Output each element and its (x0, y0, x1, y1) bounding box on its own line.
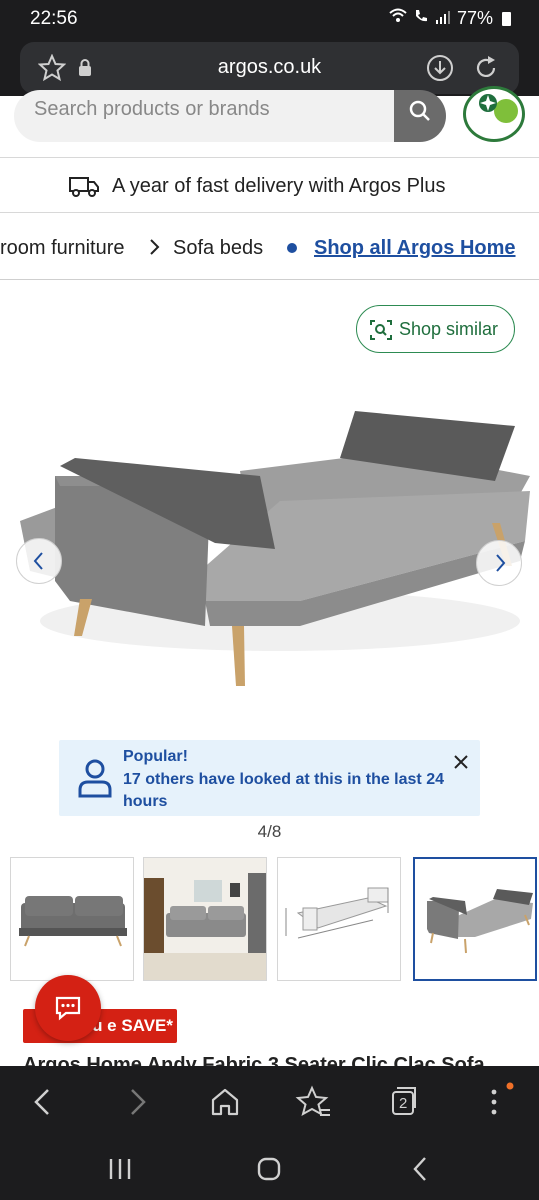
tabs-icon[interactable]: 2 (384, 1082, 424, 1122)
image-search-icon (369, 319, 393, 346)
account-avatar[interactable] (463, 86, 525, 142)
home-nav-icon[interactable] (252, 1152, 286, 1186)
call-icon (413, 8, 429, 29)
delivery-text: A year of fast delivery with Argos Plus (112, 175, 446, 197)
search-placeholder: Search products or brands (34, 98, 270, 120)
thumbnail-image (144, 858, 266, 980)
delivery-truck-icon (68, 174, 100, 203)
popular-notice: Popular! 17 others have looked at this i… (59, 740, 480, 816)
bookmarks-icon[interactable] (294, 1082, 334, 1122)
chevron-right-icon (148, 235, 162, 265)
search-icon (406, 98, 434, 131)
image-counter: 4/8 (257, 822, 282, 841)
delivery-banner[interactable]: A year of fast delivery with Argos Plus (0, 158, 539, 213)
battery-label: 77% (456, 8, 493, 28)
chevron-left-icon (31, 550, 47, 577)
wifi-icon (389, 8, 407, 29)
thumbnail-3[interactable] (277, 857, 401, 981)
breadcrumb: room furniture Sofa beds Shop all Argos … (0, 214, 539, 280)
thumbnail-1[interactable] (10, 857, 134, 981)
download-icon[interactable] (426, 54, 454, 82)
back-icon[interactable] (24, 1082, 64, 1122)
recent-apps-icon[interactable] (103, 1152, 137, 1186)
bullet-dot (287, 243, 297, 253)
product-image-carousel[interactable]: Shop similar (0, 281, 539, 736)
thumbnail-4[interactable] (413, 857, 537, 981)
thumbnail-image (427, 889, 533, 954)
carousel-prev-button[interactable] (16, 538, 62, 584)
person-icon (77, 758, 113, 803)
battery-icon (502, 11, 511, 26)
tab-count: 2 (399, 1095, 408, 1112)
search-input[interactable]: Search products or brands (14, 90, 414, 142)
popular-title: Popular! (123, 748, 188, 765)
chat-icon (54, 994, 82, 1027)
thumbnail-image (285, 887, 389, 939)
status-time: 22:56 (30, 8, 78, 29)
signal-icon (435, 8, 451, 29)
back-nav-icon[interactable] (404, 1152, 438, 1186)
system-nav-bar (0, 1138, 539, 1200)
thumbnail-2[interactable] (143, 857, 267, 981)
status-bar: 22:56 77% (0, 0, 539, 36)
forward-icon[interactable] (116, 1082, 156, 1122)
chat-button[interactable] (35, 975, 101, 1041)
search-button[interactable] (394, 90, 446, 142)
reload-icon[interactable] (472, 54, 500, 82)
shop-similar-button[interactable]: Shop similar (356, 305, 515, 353)
chevron-right-icon (492, 552, 508, 579)
breadcrumb-item[interactable]: room furniture (0, 237, 125, 260)
thumbnail-image (19, 896, 127, 947)
search-row: Search products or brands (0, 86, 539, 158)
shop-similar-label: Shop similar (399, 319, 499, 339)
menu-icon[interactable] (474, 1082, 514, 1122)
home-icon[interactable] (205, 1082, 245, 1122)
shop-all-argos-home-link[interactable]: Shop all Argos Home (314, 237, 516, 260)
carousel-next-button[interactable] (476, 540, 522, 586)
status-icons: 77% (389, 8, 511, 29)
breadcrumb-item[interactable]: Sofa beds (173, 237, 263, 260)
url-field[interactable]: argos.co.uk (20, 42, 519, 94)
popular-body: 17 others have looked at this in the las… (123, 771, 444, 810)
browser-toolbar: 2 (0, 1066, 539, 1138)
close-icon[interactable] (453, 754, 469, 775)
